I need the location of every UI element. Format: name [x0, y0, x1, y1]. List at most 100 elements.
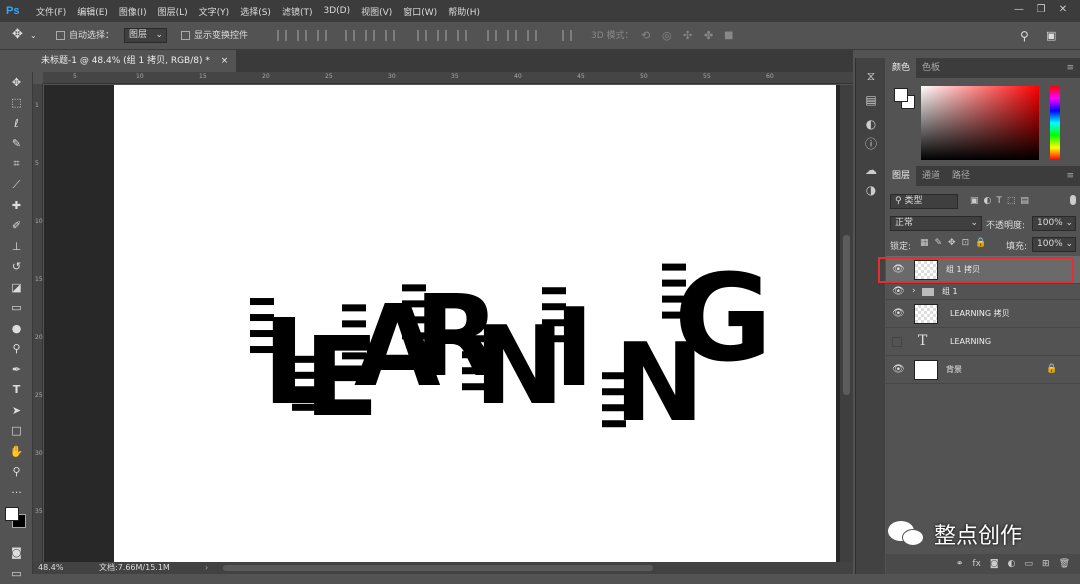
- scroll-thumb[interactable]: [843, 235, 850, 395]
- align-bottom-icon[interactable]: [317, 30, 327, 41]
- document-tab[interactable]: 未标题-1 @ 48.4% (组 1 拷贝, RGB/8) * ×: [33, 50, 237, 72]
- tab-swatches[interactable]: 色板: [916, 58, 946, 78]
- quick-mask-icon[interactable]: ◙: [0, 543, 33, 564]
- opacity-field[interactable]: 100% ⌄: [1032, 216, 1076, 231]
- restore-button[interactable]: ❐: [1030, 2, 1052, 18]
- lock-icons[interactable]: ▦✎✥⊡🔒: [920, 238, 992, 248]
- menu-item[interactable]: 窗口(W): [403, 5, 437, 18]
- dodge-tool-icon[interactable]: ⚲: [0, 339, 33, 360]
- distribute-left-icon[interactable]: [487, 30, 497, 41]
- 3d-roll-icon[interactable]: ◎: [662, 29, 672, 43]
- distribute-vcenter-icon[interactable]: [437, 30, 447, 41]
- pen-tool-icon[interactable]: ✒: [0, 359, 33, 380]
- crop-tool-icon[interactable]: ⌗: [0, 154, 33, 175]
- menu-item[interactable]: 视图(V): [361, 5, 392, 18]
- hidden-eye-box[interactable]: [892, 337, 902, 347]
- align-top-icon[interactable]: [277, 30, 287, 41]
- zoom-level[interactable]: 48.4%: [38, 562, 63, 574]
- chevron-right-icon[interactable]: ›: [912, 286, 916, 296]
- more-tools-icon[interactable]: ···: [0, 482, 33, 503]
- close-button[interactable]: ✕: [1052, 2, 1074, 18]
- chevron-down-icon[interactable]: ⌄: [30, 29, 37, 43]
- color-picker-field[interactable]: [921, 86, 1039, 160]
- workspace-icon[interactable]: ▣: [1046, 29, 1056, 43]
- distribute-top-icon[interactable]: [417, 30, 427, 41]
- adjustments-panel-icon[interactable]: ◐: [863, 116, 879, 132]
- foreground-color[interactable]: [5, 506, 19, 521]
- align-vcenter-icon[interactable]: [297, 30, 307, 41]
- menu-item[interactable]: 图像(I): [119, 5, 147, 18]
- auto-select-dropdown[interactable]: 图层 ⌄: [124, 28, 167, 43]
- eye-icon[interactable]: 👁: [892, 287, 905, 297]
- rectangle-tool-icon[interactable]: □: [0, 421, 33, 442]
- search-icon[interactable]: ⚲: [1020, 29, 1029, 43]
- menu-item[interactable]: 编辑(E): [77, 5, 108, 18]
- show-transform-checkbox[interactable]: [181, 31, 190, 40]
- layer-name[interactable]: LEARNING 拷贝: [950, 307, 1010, 321]
- menu-item[interactable]: 帮助(H): [448, 5, 480, 18]
- stamp-tool-icon[interactable]: ⊥: [0, 236, 33, 257]
- menu-item[interactable]: 选择(S): [240, 5, 271, 18]
- tab-channels[interactable]: 通道: [916, 166, 946, 186]
- layer-filter-icons[interactable]: ▣◐T⬚▤: [970, 196, 1034, 206]
- layer-row[interactable]: 👁 背景 🔒: [886, 356, 1080, 384]
- type-tool-icon[interactable]: T: [0, 380, 33, 401]
- close-tab-icon[interactable]: ×: [221, 56, 229, 66]
- gradient-tool-icon[interactable]: ▭: [0, 298, 33, 319]
- layer-name[interactable]: 组 1: [942, 285, 958, 299]
- eraser-tool-icon[interactable]: ◪: [0, 277, 33, 298]
- filter-toggle-icon[interactable]: [1070, 195, 1076, 205]
- blend-mode-dropdown[interactable]: 正常 ⌄: [890, 216, 982, 231]
- align-hcenter-icon[interactable]: [365, 30, 375, 41]
- layer-filter-dropdown[interactable]: ⚲ 类型: [890, 194, 958, 209]
- 3d-rotate-icon[interactable]: ⟲: [641, 29, 650, 43]
- info-panel-icon[interactable]: ⓘ: [863, 136, 879, 152]
- status-arrow-icon[interactable]: ›: [205, 562, 208, 574]
- fx-icon[interactable]: fx: [972, 559, 981, 569]
- adjustment-icon[interactable]: ◐: [1008, 559, 1016, 569]
- tab-paths[interactable]: 路径: [946, 166, 976, 186]
- distribute-bottom-icon[interactable]: [457, 30, 467, 41]
- brush-tool-icon[interactable]: ✐: [0, 216, 33, 237]
- history-brush-icon[interactable]: ↺: [0, 257, 33, 278]
- menu-item[interactable]: 文字(Y): [199, 5, 230, 18]
- eye-icon[interactable]: 👁: [892, 365, 905, 375]
- hand-tool-icon[interactable]: ✋: [0, 441, 33, 462]
- screen-mode-icon[interactable]: ▭: [0, 563, 33, 584]
- mask-icon[interactable]: ◙: [990, 559, 999, 569]
- properties-panel-icon[interactable]: ▤: [863, 92, 879, 108]
- menu-item[interactable]: 3D(D): [323, 6, 350, 16]
- vertical-scrollbar[interactable]: [840, 85, 853, 562]
- minimize-button[interactable]: —: [1008, 2, 1030, 18]
- layer-name[interactable]: 背景: [946, 363, 962, 377]
- new-layer-icon[interactable]: ⊞: [1042, 559, 1050, 569]
- history-panel-icon[interactable]: ⧖: [863, 68, 879, 84]
- styles-panel-icon[interactable]: ◑: [863, 182, 879, 198]
- distribute-right-icon[interactable]: [527, 30, 537, 41]
- layer-name[interactable]: LEARNING: [950, 335, 991, 349]
- layer-row[interactable]: 👁 › 组 1: [886, 284, 1080, 300]
- tab-layers[interactable]: 图层: [886, 166, 917, 186]
- 3d-slide-icon[interactable]: ✤: [704, 29, 713, 43]
- layers-menu-icon[interactable]: ≡: [1060, 166, 1080, 186]
- 3d-pan-icon[interactable]: ✣: [683, 29, 692, 43]
- delete-icon[interactable]: 🗑: [1059, 559, 1070, 569]
- horizontal-scrollbar[interactable]: [223, 565, 653, 571]
- auto-select-checkbox[interactable]: [56, 31, 65, 40]
- layer-row[interactable]: T LEARNING: [886, 328, 1080, 356]
- libraries-panel-icon[interactable]: ☁: [863, 162, 879, 178]
- blur-tool-icon[interactable]: ●: [0, 318, 33, 339]
- lasso-tool-icon[interactable]: ℓ: [0, 113, 33, 134]
- tab-color[interactable]: 颜色: [886, 58, 917, 78]
- color-swatches[interactable]: [0, 503, 33, 543]
- document-canvas[interactable]: LEARNING: [114, 85, 836, 562]
- menu-item[interactable]: 文件(F): [36, 5, 66, 18]
- color-fg-swatch[interactable]: [894, 88, 908, 102]
- group-icon[interactable]: ▭: [1025, 559, 1034, 569]
- hue-slider[interactable]: [1050, 86, 1060, 160]
- move-tool-icon[interactable]: ✥: [12, 28, 23, 42]
- auto-align-icon[interactable]: [562, 30, 572, 41]
- eye-icon[interactable]: 👁: [892, 309, 905, 319]
- zoom-tool-icon[interactable]: ⚲: [0, 462, 33, 483]
- 3d-scale-icon[interactable]: ■: [724, 29, 733, 43]
